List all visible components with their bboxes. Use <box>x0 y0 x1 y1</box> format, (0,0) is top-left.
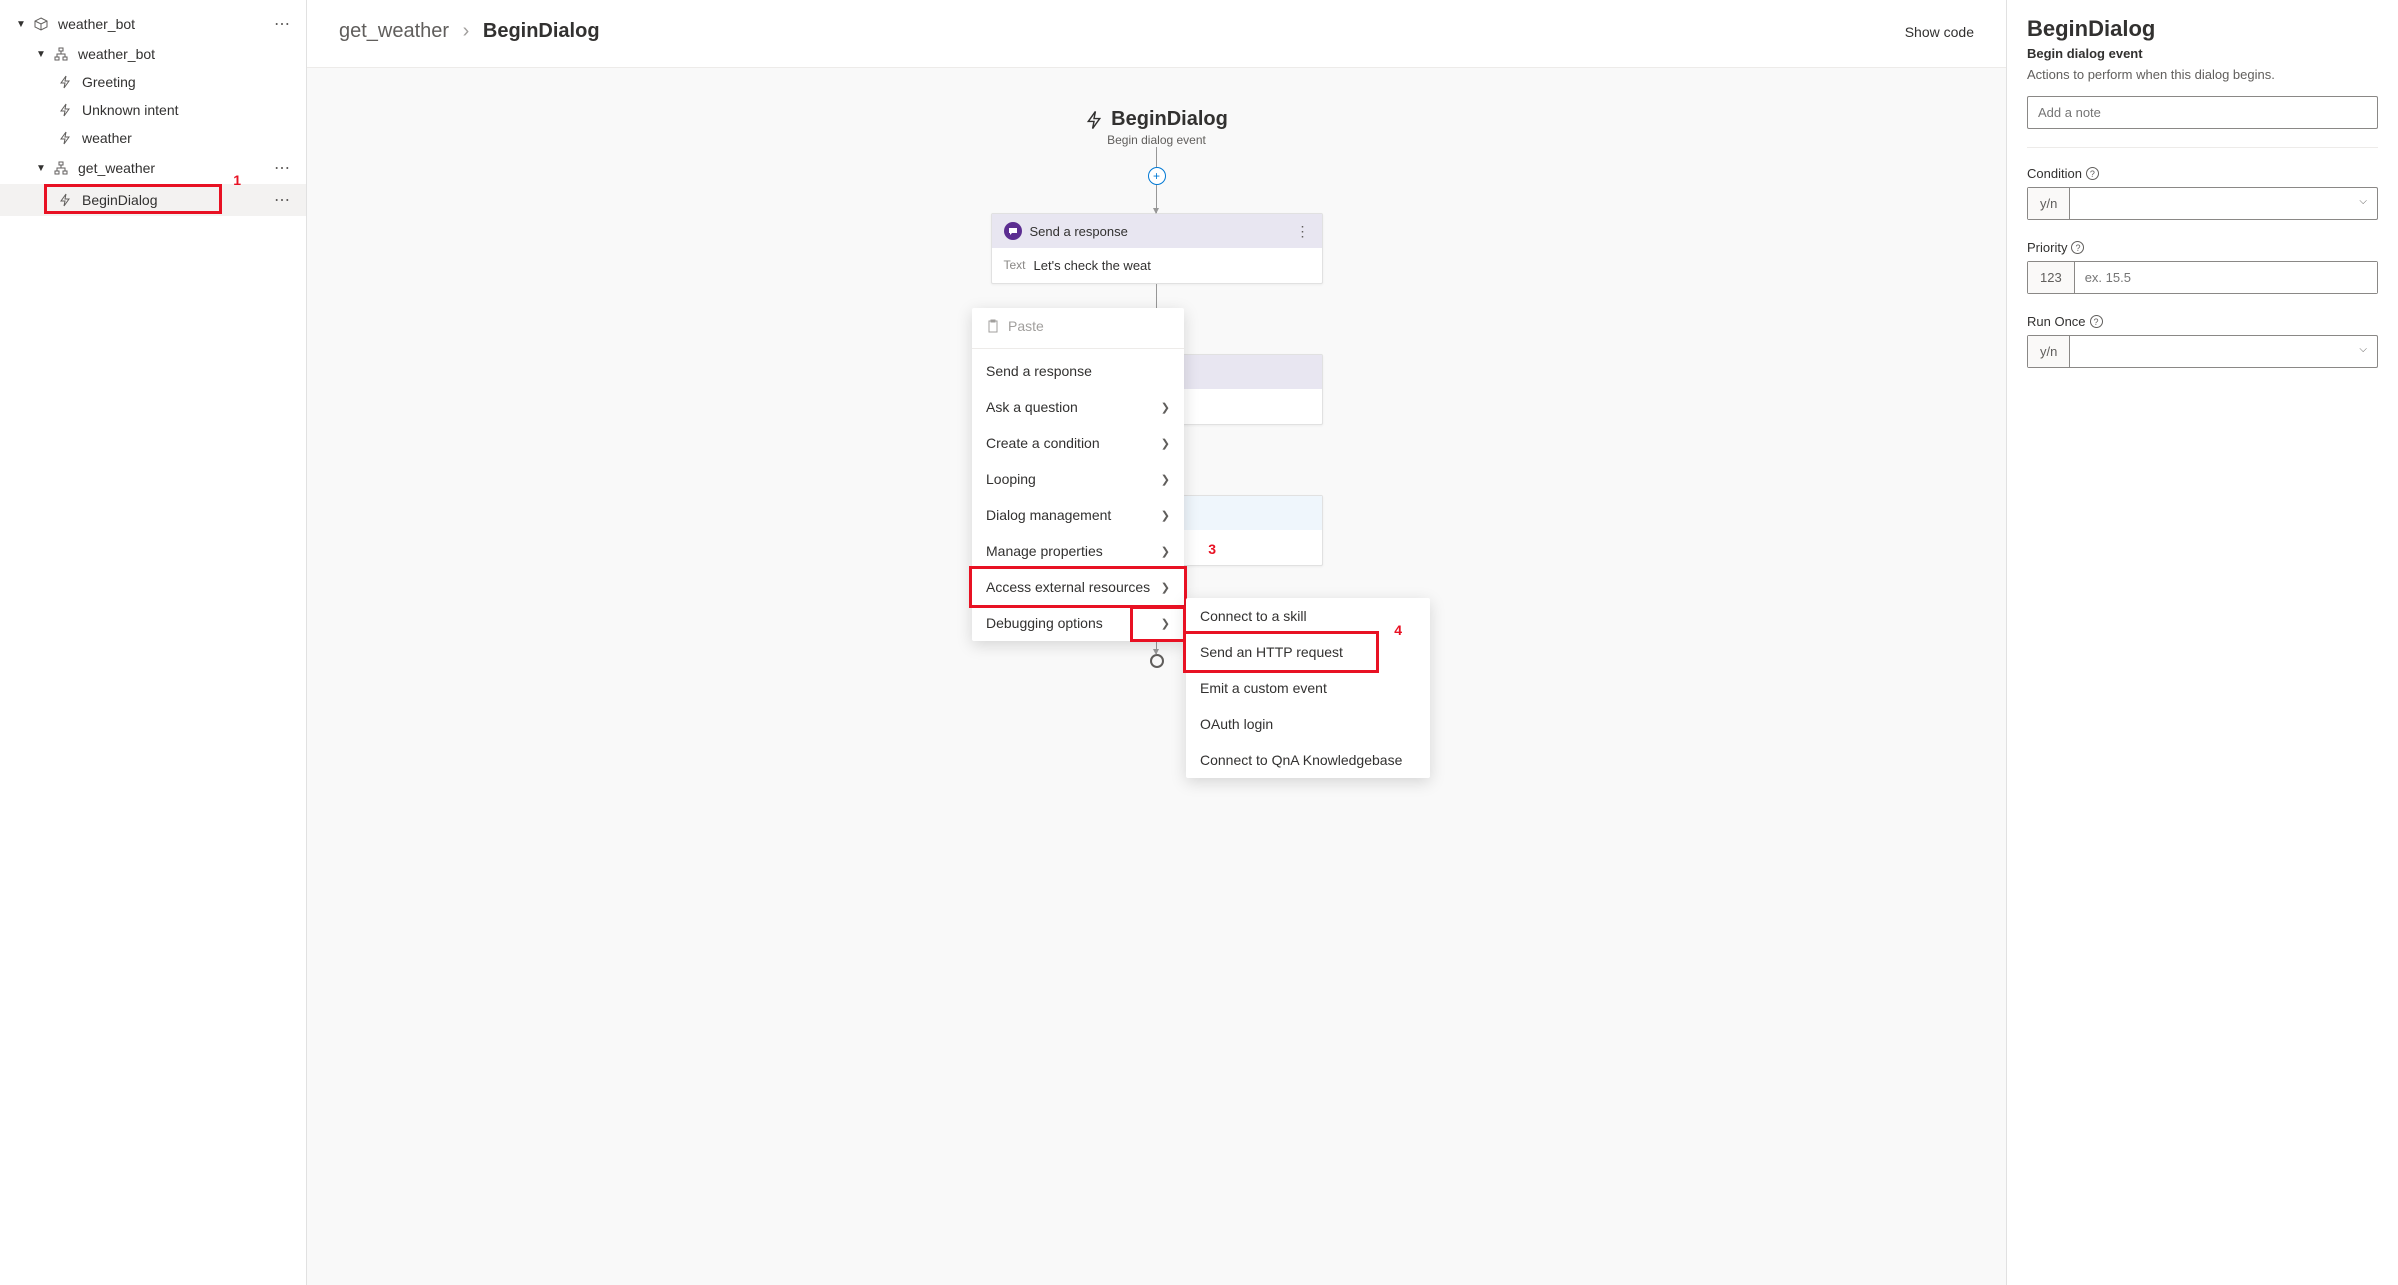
sitemap-icon <box>52 161 70 175</box>
chevron-down-icon[interactable]: ⌵ <box>2349 336 2377 367</box>
tree-root-label: weather_bot <box>58 16 266 32</box>
chevron-down-icon[interactable]: ⌵ <box>2349 188 2377 219</box>
caret-down-icon: ▼ <box>36 163 48 174</box>
chevron-right-icon: ❯ <box>1161 545 1170 558</box>
annotation-1: 1 <box>233 172 241 188</box>
tree-item-label: BeginDialog <box>82 192 266 208</box>
canvas-header: get_weather › BeginDialog Show code <box>307 0 2006 68</box>
cube-icon <box>32 17 50 31</box>
card-send-response[interactable]: Send a response ⋮ Text Let's check the w… <box>991 213 1323 284</box>
help-icon[interactable]: ? <box>2086 167 2099 180</box>
submenu-qna[interactable]: Connect to QnA Knowledgebase <box>1186 742 1430 778</box>
annotation-3: 3 <box>1208 541 1216 557</box>
paste-icon <box>986 319 1000 333</box>
condition-field[interactable] <box>2070 188 2349 219</box>
card-more-icon[interactable]: ⋮ <box>1296 223 1310 240</box>
runonce-label: Run Once ? <box>2027 314 2378 329</box>
chevron-right-icon: ❯ <box>1161 581 1170 594</box>
priority-label: Priority ? <box>2027 240 2378 255</box>
bolt-icon <box>56 103 74 117</box>
show-code-toggle[interactable]: Show code <box>1905 24 1974 40</box>
flow-start-title: BeginDialog <box>1085 108 1228 131</box>
flow-start-subtitle: Begin dialog event <box>1085 133 1228 147</box>
menu-access-external[interactable]: Access external resources❯ <box>972 569 1184 605</box>
condition-input[interactable]: y/n ⌵ <box>2027 187 2378 220</box>
menu-send-response[interactable]: Send a response <box>972 353 1184 389</box>
props-desc: Actions to perform when this dialog begi… <box>2027 67 2378 82</box>
tree-item-label: weather_bot <box>78 46 298 62</box>
submenu-emit-event[interactable]: Emit a custom event <box>1186 670 1430 706</box>
submenu-oauth[interactable]: OAuth login <box>1186 706 1430 742</box>
note-input[interactable] <box>2027 96 2378 129</box>
sidebar: ▼ weather_bot ⋯ ▼ weather_bot Greeting U… <box>0 0 307 1285</box>
card-body-label: Text <box>1004 258 1026 273</box>
response-icon <box>1004 222 1022 240</box>
context-submenu-external: Connect to a skill Send an HTTP request … <box>1186 598 1430 778</box>
properties-panel: BeginDialog Begin dialog event Actions t… <box>2006 0 2398 1285</box>
annotation-4: 4 <box>1394 622 1402 638</box>
bolt-icon <box>56 193 74 207</box>
tree-item-begindialog[interactable]: BeginDialog ⋯ 1 <box>0 184 306 216</box>
submenu-http-request[interactable]: Send an HTTP request 4 <box>1186 634 1430 670</box>
menu-looping[interactable]: Looping❯ <box>972 461 1184 497</box>
chevron-right-icon: ❯ <box>1161 617 1170 630</box>
chevron-right-icon: ❯ <box>1161 437 1170 450</box>
card-title: Send a response <box>1030 224 1288 239</box>
chevron-right-icon: ❯ <box>1161 401 1170 414</box>
menu-dialog-management[interactable]: Dialog management❯ <box>972 497 1184 533</box>
chevron-right-icon: ❯ <box>1161 473 1170 486</box>
menu-manage-properties[interactable]: Manage properties❯ 3 <box>972 533 1184 569</box>
bolt-icon <box>56 75 74 89</box>
bolt-icon <box>56 131 74 145</box>
tree-item-greeting[interactable]: Greeting <box>0 68 306 96</box>
more-icon[interactable]: ⋯ <box>266 14 298 34</box>
chevron-right-icon: ❯ <box>1161 509 1170 522</box>
menu-debugging[interactable]: Debugging options❯ <box>972 605 1184 641</box>
menu-ask-question[interactable]: Ask a question❯ <box>972 389 1184 425</box>
canvas-area: get_weather › BeginDialog Show code Begi… <box>307 0 2006 1285</box>
caret-down-icon: ▼ <box>36 49 48 60</box>
help-icon[interactable]: ? <box>2090 315 2103 328</box>
input-addon: y/n <box>2028 188 2070 219</box>
sitemap-icon <box>52 47 70 61</box>
more-icon[interactable]: ⋯ <box>266 190 298 210</box>
connector <box>1156 185 1157 213</box>
tree-item-getweather[interactable]: ▼ get_weather ⋯ <box>0 152 306 184</box>
priority-field[interactable] <box>2075 262 2377 293</box>
card-body-text: Let's check the weat <box>1034 258 1151 273</box>
add-action-button[interactable]: + <box>1148 167 1166 185</box>
input-addon: y/n <box>2028 336 2070 367</box>
priority-input[interactable]: 123 <box>2027 261 2378 294</box>
tree-item-weather[interactable]: weather <box>0 124 306 152</box>
breadcrumb-sep: › <box>463 20 470 42</box>
help-icon[interactable]: ? <box>2071 241 2084 254</box>
tree-item-label: Unknown intent <box>82 102 298 118</box>
menu-paste: Paste <box>972 308 1184 344</box>
tree-item-label: Greeting <box>82 74 298 90</box>
flow-end <box>1150 654 1164 668</box>
tree-item-unknown[interactable]: Unknown intent <box>0 96 306 124</box>
props-title: BeginDialog <box>2027 16 2378 42</box>
breadcrumb-parent[interactable]: get_weather <box>339 20 449 42</box>
props-subtitle: Begin dialog event <box>2027 46 2378 61</box>
caret-down-icon: ▼ <box>16 19 28 30</box>
runonce-input[interactable]: y/n ⌵ <box>2027 335 2378 368</box>
bolt-icon <box>1085 110 1103 130</box>
tree-item-bot[interactable]: ▼ weather_bot <box>0 40 306 68</box>
breadcrumb: get_weather › BeginDialog <box>339 20 600 43</box>
input-addon: 123 <box>2028 262 2075 293</box>
context-menu-actions: Paste Send a response Ask a question❯ Cr… <box>972 308 1184 641</box>
tree-root[interactable]: ▼ weather_bot ⋯ <box>0 8 306 40</box>
breadcrumb-current: BeginDialog <box>483 20 600 42</box>
tree-item-label: weather <box>82 130 298 146</box>
condition-label: Condition ? <box>2027 166 2378 181</box>
connector <box>1156 147 1157 167</box>
menu-create-condition[interactable]: Create a condition❯ <box>972 425 1184 461</box>
runonce-field[interactable] <box>2070 336 2349 367</box>
canvas[interactable]: BeginDialog Begin dialog event + Send a … <box>307 68 2006 1285</box>
more-icon[interactable]: ⋯ <box>266 158 298 178</box>
